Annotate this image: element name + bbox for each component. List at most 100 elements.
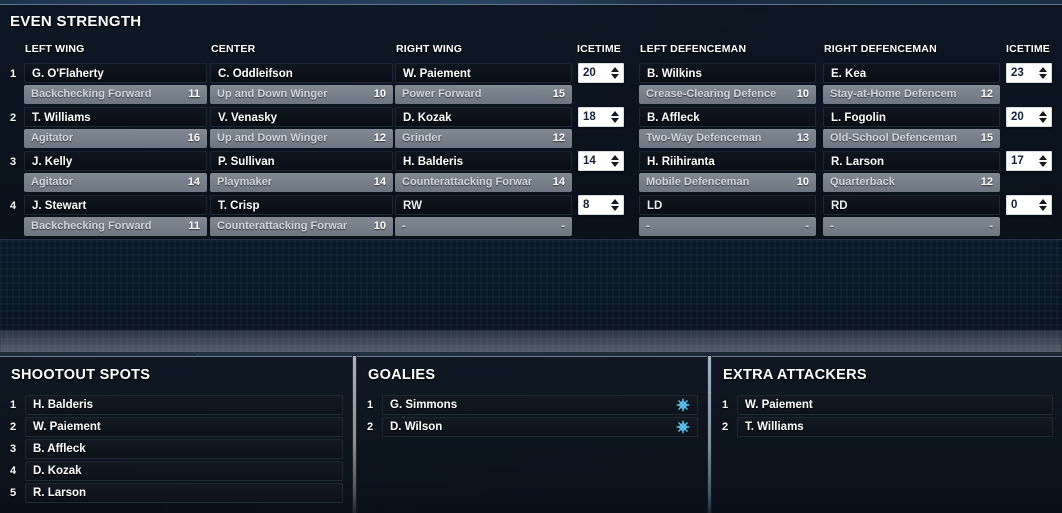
player-role-row: - - xyxy=(639,217,816,236)
player-role: Crease-Clearing Defence xyxy=(646,88,777,100)
chevron-up-icon[interactable] xyxy=(611,111,619,116)
player-role: Grinder xyxy=(402,132,442,144)
player-role-row: Agitator 16 xyxy=(24,129,207,148)
icetime-stepper-line4-defence[interactable]: 0 xyxy=(1006,195,1052,215)
slot-line4-right-wing[interactable]: RW - - xyxy=(395,195,572,236)
slot-line2-right-wing[interactable]: D. Kozak Grinder 12 xyxy=(395,107,572,148)
stepper-arrows[interactable] xyxy=(1037,64,1051,82)
list-item[interactable]: 3 B. Affleck xyxy=(0,439,352,459)
player-role-row: Grinder 12 xyxy=(395,129,572,148)
slot-line3-left-defenceman[interactable]: H. Riihiranta Mobile Defenceman 10 xyxy=(639,151,816,192)
stepper-arrows[interactable] xyxy=(1037,196,1051,214)
goalie-slot[interactable]: D. Wilson xyxy=(382,417,698,437)
shootout-player-slot[interactable]: W. Paiement xyxy=(25,417,343,437)
stepper-arrows[interactable] xyxy=(1037,108,1051,126)
stepper-arrows[interactable] xyxy=(609,64,623,82)
player-role-row: Crease-Clearing Defence 10 xyxy=(639,85,816,104)
player-name: L. Fogolin xyxy=(823,107,1000,127)
player-rating: 10 xyxy=(796,176,809,188)
slot-line3-center[interactable]: P. Sullivan Playmaker 14 xyxy=(210,151,393,192)
extra-attackers-title: EXTRA ATTACKERS xyxy=(723,367,867,383)
slot-line1-left-wing[interactable]: G. O'Flaherty Backchecking Forward 11 xyxy=(24,63,207,104)
player-rating: 12 xyxy=(373,132,386,144)
list-item[interactable]: 2 D. Wilson xyxy=(357,417,707,437)
column-header-right-defenceman: RIGHT DEFENCEMAN xyxy=(824,43,937,55)
list-item[interactable]: 4 D. Kozak xyxy=(0,461,352,481)
slot-line2-left-wing[interactable]: T. Williams Agitator 16 xyxy=(24,107,207,148)
icetime-stepper-line3-forwards[interactable]: 14 xyxy=(578,151,624,171)
player-name: B. Affleck xyxy=(639,107,816,127)
slot-line4-left-wing[interactable]: J. Stewart Backchecking Forward 11 xyxy=(24,195,207,236)
row-number: 5 xyxy=(9,487,17,499)
slot-line1-center[interactable]: C. Oddleifson Up and Down Winger 10 xyxy=(210,63,393,104)
icetime-value: 18 xyxy=(583,111,596,123)
list-item[interactable]: 2 W. Paiement xyxy=(0,417,352,437)
icetime-stepper-line4-forwards[interactable]: 8 xyxy=(578,195,624,215)
slot-line3-left-wing[interactable]: J. Kelly Agitator 14 xyxy=(24,151,207,192)
row-number: 3 xyxy=(9,443,17,455)
player-name: RW xyxy=(395,195,572,215)
player-name: J. Kelly xyxy=(24,151,207,171)
icetime-stepper-line1-forwards[interactable]: 20 xyxy=(578,63,624,83)
chevron-down-icon[interactable] xyxy=(611,118,619,123)
goalie-slot[interactable]: G. Simmons xyxy=(382,395,698,415)
slot-line1-right-wing[interactable]: W. Paiement Power Forward 15 xyxy=(395,63,572,104)
slot-line2-right-defenceman[interactable]: L. Fogolin Old-School Defenceman 15 xyxy=(823,107,1000,148)
shootout-player-slot[interactable]: B. Affleck xyxy=(25,439,343,459)
shootout-player-slot[interactable]: R. Larson xyxy=(25,483,343,503)
list-item[interactable]: 1 G. Simmons xyxy=(357,395,707,415)
player-role: Backchecking Forward xyxy=(31,88,152,100)
slot-line4-right-defenceman[interactable]: RD - - xyxy=(823,195,1000,236)
shootout-player-slot[interactable]: D. Kozak xyxy=(25,461,343,481)
icetime-stepper-line2-forwards[interactable]: 18 xyxy=(578,107,624,127)
slot-line1-right-defenceman[interactable]: E. Kea Stay-at-Home Defencem 12 xyxy=(823,63,1000,104)
player-role: Agitator xyxy=(31,176,74,188)
icetime-stepper-line3-defence[interactable]: 17 xyxy=(1006,151,1052,171)
chevron-down-icon[interactable] xyxy=(1039,206,1047,211)
chevron-down-icon[interactable] xyxy=(611,206,619,211)
list-item[interactable]: 5 R. Larson xyxy=(0,483,352,503)
list-item[interactable]: 2 T. Williams xyxy=(712,417,1062,437)
player-name: H. Riihiranta xyxy=(639,151,816,171)
chevron-down-icon[interactable] xyxy=(1039,162,1047,167)
chevron-up-icon[interactable] xyxy=(1039,155,1047,160)
slot-line4-left-defenceman[interactable]: LD - - xyxy=(639,195,816,236)
stepper-arrows[interactable] xyxy=(1037,152,1051,170)
chevron-up-icon[interactable] xyxy=(1039,67,1047,72)
slot-line2-left-defenceman[interactable]: B. Affleck Two-Way Defenceman 13 xyxy=(639,107,816,148)
player-role: Stay-at-Home Defencem xyxy=(830,88,957,100)
chevron-up-icon[interactable] xyxy=(611,155,619,160)
player-rating: 14 xyxy=(187,176,200,188)
chevron-up-icon[interactable] xyxy=(611,199,619,204)
chevron-up-icon[interactable] xyxy=(1039,199,1047,204)
slot-line4-center[interactable]: T. Crisp Counterattacking Forwar 10 xyxy=(210,195,393,236)
icetime-stepper-line2-defence[interactable]: 20 xyxy=(1006,107,1052,127)
player-role: Backchecking Forward xyxy=(31,220,152,232)
chevron-down-icon[interactable] xyxy=(611,74,619,79)
slot-line2-center[interactable]: V. Venasky Up and Down Winger 12 xyxy=(210,107,393,148)
icetime-stepper-line1-defence[interactable]: 23 xyxy=(1006,63,1052,83)
stepper-arrows[interactable] xyxy=(609,108,623,126)
shootout-player-slot[interactable]: H. Balderis xyxy=(25,395,343,415)
chevron-up-icon[interactable] xyxy=(611,67,619,72)
list-item[interactable]: 1 W. Paiement xyxy=(712,395,1062,415)
player-rating: 14 xyxy=(373,176,386,188)
player-name: D. Kozak xyxy=(33,465,82,477)
slot-line3-right-wing[interactable]: H. Balderis Counterattacking Forwar 14 xyxy=(395,151,572,192)
slot-line3-right-defenceman[interactable]: R. Larson Quarterback 12 xyxy=(823,151,1000,192)
stepper-arrows[interactable] xyxy=(609,196,623,214)
chevron-down-icon[interactable] xyxy=(611,162,619,167)
stepper-arrows[interactable] xyxy=(609,152,623,170)
extra-attacker-slot[interactable]: W. Paiement xyxy=(737,395,1053,415)
panel-divider-left xyxy=(353,356,356,513)
extra-attacker-slot[interactable]: T. Williams xyxy=(737,417,1053,437)
chevron-up-icon[interactable] xyxy=(1039,111,1047,116)
column-header-icetime-defence: ICETIME xyxy=(1006,43,1050,55)
column-header-center: CENTER xyxy=(211,43,256,55)
list-item[interactable]: 1 H. Balderis xyxy=(0,395,352,415)
slot-line1-left-defenceman[interactable]: B. Wilkins Crease-Clearing Defence 10 xyxy=(639,63,816,104)
lineup-row: 2 T. Williams Agitator 16 V. Venasky Up … xyxy=(0,107,1062,151)
chevron-down-icon[interactable] xyxy=(1039,118,1047,123)
player-role: Old-School Defenceman xyxy=(830,132,958,144)
chevron-down-icon[interactable] xyxy=(1039,74,1047,79)
